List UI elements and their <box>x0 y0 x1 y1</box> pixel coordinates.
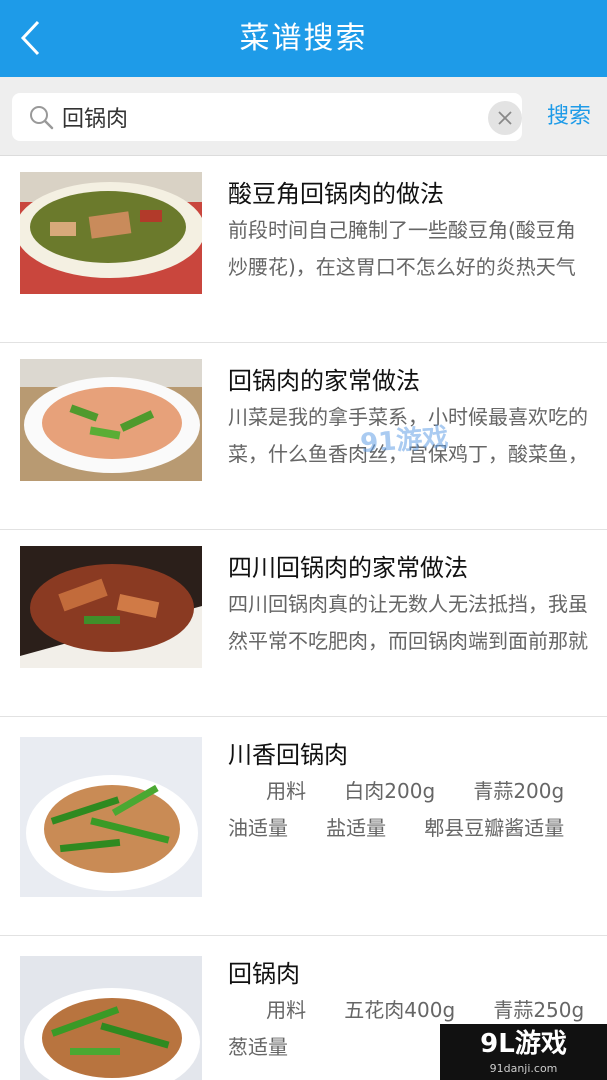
recipe-description: 前段时间自己腌制了一些酸豆角(酸豆角炒腰花)，在这胃口不怎么好的炎热天气 <box>228 218 576 279</box>
recipe-item[interactable]: 回锅肉的家常做法 川菜是我的拿手菜系，小时候最喜欢吃的菜，什么鱼香肉丝，宫保鸡丁… <box>0 343 607 530</box>
recipe-thumbnail <box>20 359 202 481</box>
brand-url: 91danji.com <box>489 1062 558 1075</box>
search-bar: 搜索 <box>0 77 607 156</box>
search-button[interactable]: 搜索 <box>536 99 602 135</box>
brand-badge: 9L游戏 91danji.com <box>440 1024 607 1080</box>
recipe-item[interactable]: 酸豆角回锅肉的做法 前段时间自己腌制了一些酸豆角(酸豆角炒腰花)，在这胃口不怎么… <box>0 156 607 343</box>
recipe-description: 四川回锅肉真的让无数人无法抵挡，我虽然平常不吃肥肉，而回锅肉端到面前那就 <box>228 592 588 653</box>
recipe-list: 酸豆角回锅肉的做法 前段时间自己腌制了一些酸豆角(酸豆角炒腰花)，在这胃口不怎么… <box>0 156 607 1080</box>
brand-logo: 9L游戏 <box>480 1029 567 1059</box>
recipe-thumbnail <box>20 737 202 897</box>
recipe-thumbnail <box>20 956 202 1080</box>
recipe-title: 回锅肉 <box>228 960 300 988</box>
app-header: 菜谱搜索 <box>0 0 607 77</box>
recipe-title: 酸豆角回锅肉的做法 <box>228 180 444 208</box>
search-input[interactable] <box>62 93 462 141</box>
clear-button[interactable] <box>488 101 522 135</box>
search-box <box>12 93 522 141</box>
recipe-thumbnail <box>20 546 202 668</box>
watermark: 91游戏 <box>359 422 450 460</box>
close-icon <box>498 111 512 125</box>
recipe-item[interactable]: 四川回锅肉的家常做法 四川回锅肉真的让无数人无法抵挡，我虽然平常不吃肥肉，而回锅… <box>0 530 607 717</box>
recipe-item[interactable]: 川香回锅肉 用料 白肉200g 青蒜200g 油适量 盐适量 郫县豆瓣酱适量 <box>0 717 607 936</box>
recipe-thumbnail <box>20 172 202 294</box>
recipe-title: 四川回锅肉的家常做法 <box>228 554 468 582</box>
recipe-title: 回锅肉的家常做法 <box>228 367 420 395</box>
page-title: 菜谱搜索 <box>239 21 368 56</box>
recipe-description: 用料 白肉200g 青蒜200g 油适量 盐适量 郫县豆瓣酱适量 <box>228 779 565 840</box>
search-icon <box>30 106 54 130</box>
recipe-title: 川香回锅肉 <box>228 741 348 769</box>
